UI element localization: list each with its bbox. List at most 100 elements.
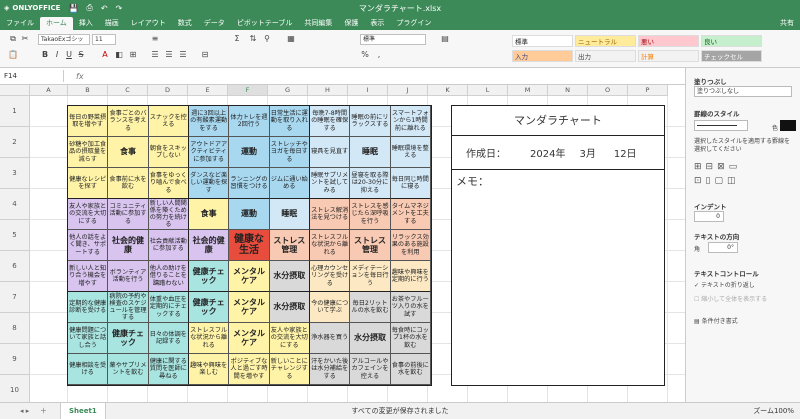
mandala-cell[interactable]: 体重や血圧を定期的にチェックする	[148, 292, 189, 323]
mandala-cell[interactable]: 毎晩7-8時間の睡眠を確保する	[309, 106, 351, 137]
mandala-cell[interactable]: メディテーションを毎日行う	[350, 261, 391, 292]
mandala-cell[interactable]: 睡眠環境を整える	[390, 137, 431, 168]
align-top-icon[interactable]: ≡	[150, 34, 160, 43]
mandala-cell[interactable]: 薬やサプリメントを飲む	[108, 354, 149, 385]
font-size-select[interactable]: 11	[92, 34, 116, 45]
shrink-to-fit-checkbox[interactable]: ☐ 縮小して全体を表示する	[694, 294, 767, 303]
mandala-cell[interactable]: 今の健康について学ぶ	[309, 292, 351, 323]
mandala-cell[interactable]: 浄水器を買う	[309, 323, 351, 354]
column-header[interactable]: J	[388, 85, 428, 96]
font-name-select[interactable]: TakaoExゴシッ	[38, 34, 90, 45]
column-header[interactable]: B	[68, 85, 108, 96]
menu-tab-0[interactable]: ファイル	[0, 17, 40, 30]
mandala-cell[interactable]: 毎日の野菜摂取を増やす	[68, 106, 109, 137]
mandala-cell[interactable]: ストレス解消法を見つける	[309, 199, 351, 230]
share-button[interactable]: 共有	[774, 17, 800, 30]
mandala-cell[interactable]: ストレスフルな状況から離れる	[309, 230, 351, 261]
column-header[interactable]: L	[468, 85, 508, 96]
mandala-cell[interactable]: スナックを控える	[148, 106, 189, 137]
select-all-corner[interactable]	[0, 85, 30, 96]
mandala-cell[interactable]: ストレス管理	[269, 230, 310, 261]
mandala-cell[interactable]: 友人や家族との交流を大切にする	[68, 199, 109, 230]
row-header[interactable]: 3	[0, 158, 30, 189]
mandala-cell[interactable]: 社会的健康	[188, 230, 230, 261]
fill-color-icon[interactable]: ◧	[114, 50, 124, 59]
row-header[interactable]: 5	[0, 220, 30, 251]
mandala-cell[interactable]: 新しい人と知り合う機会を増やす	[68, 261, 109, 292]
column-header[interactable]: A	[30, 85, 68, 96]
cell-style-0[interactable]: 標準	[512, 35, 573, 47]
mandala-cell[interactable]: 健康チェック	[188, 261, 230, 292]
mandala-cell[interactable]: ポジティブな人と過ごす時間を増やす	[229, 354, 270, 385]
paste-icon[interactable]: 📋	[8, 50, 18, 59]
cell-style-1[interactable]: ニュートラル	[575, 35, 636, 47]
insert-function-icon[interactable]: Σ	[232, 34, 242, 43]
row-header[interactable]: 8	[0, 313, 30, 344]
column-header[interactable]: G	[268, 85, 308, 96]
mandala-cell[interactable]: 日常生活に運動を取り入れる	[269, 106, 310, 137]
angle-input[interactable]: 0°	[708, 242, 738, 253]
copy-icon[interactable]: ⧉	[8, 34, 18, 44]
menu-tab-1[interactable]: ホーム	[40, 17, 73, 30]
cell-style-2[interactable]: 悪い	[638, 35, 699, 47]
mandala-cell[interactable]: 毎日2リットルの水を飲む	[350, 292, 391, 323]
mandala-cell[interactable]: 睡眠	[269, 199, 310, 230]
mandala-cell[interactable]: メンタルケア	[229, 261, 270, 292]
row-header[interactable]: 10	[0, 375, 30, 402]
mandala-cell[interactable]: 病院の予約や検査のスケジュールを管理する	[108, 292, 149, 323]
italic-icon[interactable]: I	[52, 50, 62, 59]
mandala-cell[interactable]: 運動	[229, 199, 270, 230]
mandala-cell[interactable]: 趣味や興味を定期的に行う	[390, 261, 431, 292]
mandala-cell[interactable]: お茶やフルーツ入りの水を試す	[390, 292, 431, 323]
cell-style-3[interactable]: 良い	[701, 35, 762, 47]
mandala-cell[interactable]: ストレッチやヨガを毎日する	[269, 137, 310, 168]
mandala-cell[interactable]: 睡眠の前にリラックスする	[350, 106, 391, 137]
menu-tab-5[interactable]: 数式	[172, 17, 198, 30]
mandala-cell[interactable]: ダンスなど楽しい運動を探す	[188, 168, 230, 199]
cell-style-4[interactable]: 入力	[512, 50, 573, 62]
mandala-cell[interactable]: ランニングの習慣をつける	[229, 168, 270, 199]
mandala-cell[interactable]: 食事前に水を飲む	[108, 168, 149, 199]
table-icon[interactable]: ▦	[286, 34, 296, 43]
column-header[interactable]: K	[428, 85, 468, 96]
mandala-cell[interactable]: 食事	[188, 199, 230, 230]
merge-icon[interactable]: ⊟	[200, 50, 210, 59]
mandala-cell[interactable]: 心理カウンセリングを受ける	[309, 261, 351, 292]
mandala-cell[interactable]: 趣味や興味を楽しむ	[188, 354, 230, 385]
mandala-cell[interactable]: アウトドアアクティビティに参加する	[188, 137, 230, 168]
column-header[interactable]: F	[228, 85, 268, 96]
percent-icon[interactable]: %	[360, 50, 370, 59]
column-header[interactable]: I	[348, 85, 388, 96]
mandala-cell[interactable]: ボランティア活動を行う	[108, 261, 149, 292]
mandala-cell[interactable]: 新しいことにチャレンジする	[269, 354, 310, 385]
mandala-cell[interactable]: 朝食をスキップしない	[148, 137, 189, 168]
align-center-icon[interactable]: ☰	[164, 50, 174, 59]
mandala-cell[interactable]: 寝具を見直す	[309, 137, 351, 168]
row-header[interactable]: 4	[0, 189, 30, 220]
column-header[interactable]: H	[308, 85, 348, 96]
menu-tab-6[interactable]: データ	[198, 17, 231, 30]
number-format-select[interactable]: 標準	[360, 34, 426, 45]
mandala-cell[interactable]: 水分摂取	[269, 292, 310, 323]
row-header[interactable]: 9	[0, 344, 30, 375]
mandala-cell[interactable]: 健康チェック	[108, 323, 149, 354]
mandala-cell[interactable]: 睡眠	[350, 137, 391, 168]
mandala-cell[interactable]: メンタルケア	[229, 292, 270, 323]
column-header[interactable]: D	[148, 85, 188, 96]
border-color-swatch[interactable]	[780, 120, 796, 131]
conditional-format-button[interactable]: ▤ 条件付き書式	[694, 316, 738, 325]
row-header[interactable]: 7	[0, 282, 30, 313]
mandala-cell[interactable]: 食事	[108, 137, 149, 168]
mandala-cell[interactable]: 他人の助けを借りることを躊躇わない	[148, 261, 189, 292]
border-buttons-row1[interactable]: ⊞⊟⊠▭	[694, 162, 741, 172]
align-right-icon[interactable]: ☰	[178, 50, 188, 59]
fill-select[interactable]: 塗りつぶしなし	[694, 86, 792, 97]
row-header[interactable]: 2	[0, 127, 30, 158]
mandala-cell[interactable]: 砂糖や加工食品の摂取量を減らす	[68, 137, 109, 168]
mandala-cell[interactable]: 食事ごとのバランスを考える	[108, 106, 149, 137]
mandala-cell[interactable]: 健康チェック	[188, 292, 230, 323]
menu-tab-10[interactable]: 表示	[364, 17, 390, 30]
menu-tab-2[interactable]: 挿入	[73, 17, 99, 30]
menu-tab-8[interactable]: 共同編集	[298, 17, 338, 30]
column-header[interactable]: N	[548, 85, 588, 96]
